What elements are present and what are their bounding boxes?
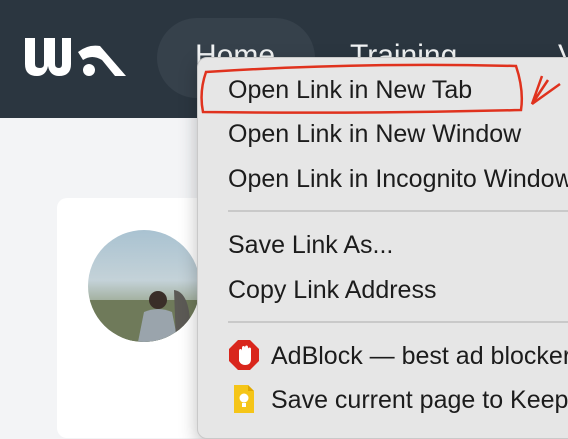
- keep-lightbulb-icon: [234, 385, 254, 413]
- menu-copy-link-address[interactable]: Copy Link Address: [228, 276, 436, 305]
- wa-logo-icon[interactable]: [22, 30, 128, 80]
- menu-adblock[interactable]: AdBlock — best ad blocker: [271, 342, 568, 371]
- menu-save-link-as[interactable]: Save Link As...: [228, 231, 393, 260]
- avatar-photo: [88, 290, 200, 342]
- menu-separator: [228, 321, 568, 323]
- menu-separator: [228, 210, 568, 212]
- adblock-hand-icon: [229, 340, 259, 370]
- menu-open-new-window[interactable]: Open Link in New Window: [228, 120, 521, 149]
- avatar: [88, 230, 200, 342]
- menu-open-new-tab[interactable]: Open Link in New Tab: [228, 76, 472, 105]
- menu-open-incognito[interactable]: Open Link in Incognito Window: [228, 165, 568, 194]
- context-menu: Open Link in New Tab Open Link in New Wi…: [197, 57, 568, 439]
- menu-save-to-keep[interactable]: Save current page to Keep: [271, 386, 568, 415]
